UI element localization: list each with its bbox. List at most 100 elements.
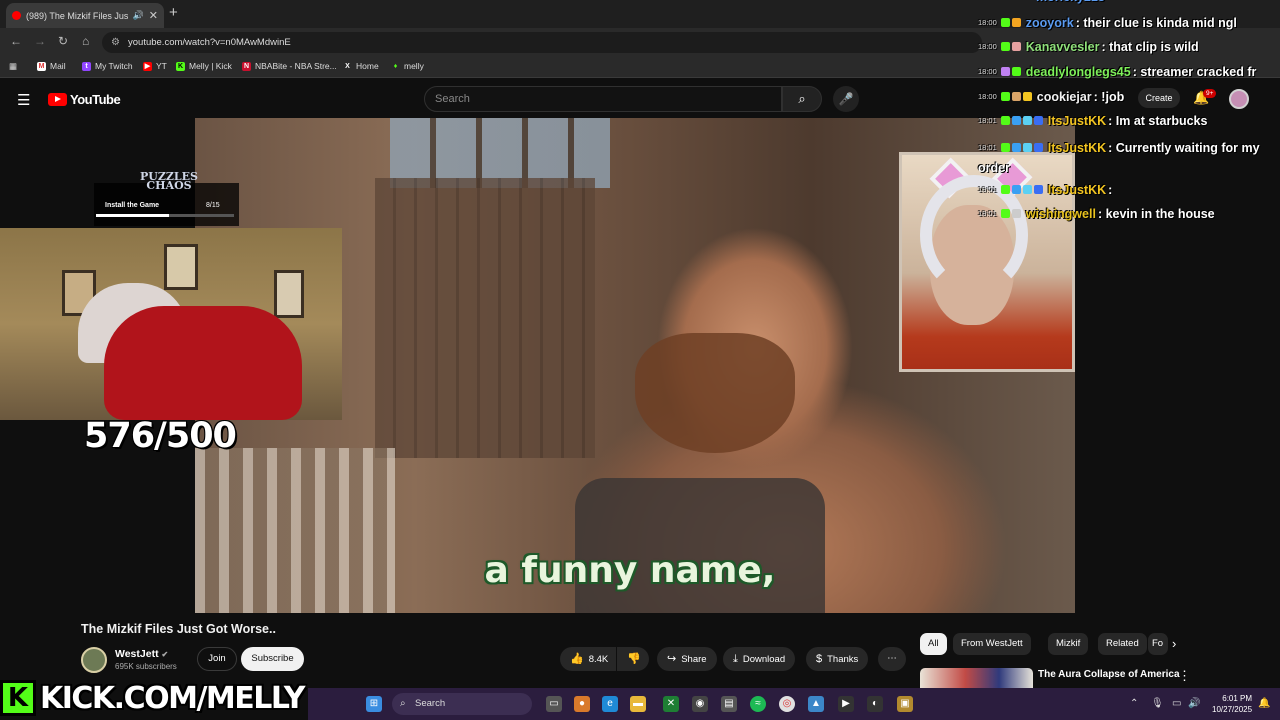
audio-icon[interactable]: 🔊 [133, 10, 144, 21]
chips-next-icon[interactable]: › [1172, 636, 1176, 651]
dislike-button[interactable]: 👎 [617, 647, 649, 671]
apps-icon[interactable]: ▦ [9, 61, 17, 72]
chat-badges [1000, 40, 1023, 54]
like-count: 8.4K [588, 654, 609, 665]
bookmark-twitch[interactable]: t My Twitch [82, 61, 133, 71]
streamer-webcam [0, 228, 342, 420]
bookmark-melly[interactable]: ♦ melly [391, 61, 424, 71]
like-button[interactable]: 👍 8.4K [560, 647, 616, 671]
chat-text: : streamer cracked fr [1132, 65, 1257, 79]
recommended-title[interactable]: The Aura Collapse of America [1038, 669, 1180, 680]
chat-message: 18:01 ItsJustKK: [978, 183, 1280, 197]
chip-from-westjett[interactable]: From WestJett [953, 633, 1031, 655]
close-tab-icon[interactable]: ✕ [149, 9, 158, 22]
chat-text: : Im at starbucks [1108, 114, 1208, 128]
chat-message: 18:00 deadlylonglegs45: streamer cracked … [978, 65, 1280, 79]
kick-icon: K [176, 61, 185, 71]
chat-message: 18:00 zooyork: their clue is kinda mid ng… [978, 16, 1280, 30]
chat-badge-icon [1033, 116, 1043, 125]
bookmark-home[interactable]: X Home [343, 61, 379, 71]
chat-text: : kevin in the house [1097, 207, 1215, 221]
chip-related[interactable]: Related [1098, 633, 1147, 655]
taskbar-search[interactable]: ⌕ Search [392, 693, 532, 715]
thanks-icon: $ [816, 653, 823, 665]
more-actions-button[interactable]: ⋯ [878, 647, 906, 671]
media-player-icon[interactable]: ▶ [838, 696, 854, 712]
copilot-icon[interactable]: ● [574, 696, 590, 712]
tray-expand-icon[interactable]: ⌃ [1130, 698, 1138, 709]
channel-name-text: WestJett [115, 648, 159, 660]
share-button[interactable]: ↪ Share [657, 647, 717, 671]
youtube-logo[interactable]: YouTube [48, 92, 121, 107]
chat-badge-icon [1000, 185, 1010, 194]
speaker-beard [635, 333, 795, 453]
chip-partial[interactable]: Fo [1148, 633, 1168, 655]
chat-badge-icon [1011, 67, 1021, 76]
browser-tab[interactable]: (989) The Mizkif Files Just Got Worse.. … [6, 3, 164, 28]
store-icon[interactable]: ▤ [721, 696, 737, 712]
chat-message: 18:01 wishingwell: kevin in the house [978, 207, 1280, 221]
obs-icon[interactable]: ◐ [867, 696, 883, 712]
join-button[interactable]: Join [197, 647, 237, 671]
recommended-thumbnail[interactable] [920, 668, 1033, 688]
kick-url: KICK.COM/MELLY [40, 680, 306, 716]
wall-frame [274, 270, 304, 318]
subscribe-button[interactable]: Subscribe [241, 647, 304, 671]
forward-icon[interactable]: → [34, 34, 46, 48]
volume-icon[interactable]: 🔊 [1188, 698, 1200, 709]
channel-avatar[interactable] [81, 647, 107, 673]
search-button[interactable]: ⌕ [782, 86, 822, 112]
back-icon[interactable]: ← [10, 34, 22, 48]
speaker-shirt [575, 478, 825, 613]
game-logo-line2: CHAOS [146, 179, 192, 192]
bookmark-kick[interactable]: K Melly | Kick [176, 61, 232, 71]
menu-icon[interactable]: ☰ [17, 91, 30, 109]
recommended-more-icon[interactable]: ⋮ [1178, 668, 1191, 684]
spotify-icon[interactable]: ≈ [750, 696, 766, 712]
mic-tray-icon[interactable]: 🎙 [1151, 698, 1164, 709]
site-info-icon[interactable]: ⚙ [111, 32, 120, 53]
network-icon[interactable]: ▭ [1172, 698, 1181, 709]
url-field[interactable]: ⚙ youtube.com/watch?v=n0MAwMdwinE [102, 32, 982, 53]
video-title: The Mizkif Files Just Got Worse.. [81, 622, 276, 636]
chat-timestamp: 18:00 [978, 42, 997, 51]
taskbar-search-label: Search [415, 698, 446, 709]
chat-badge-icon [1011, 18, 1021, 27]
search-icon: ⌕ [400, 698, 406, 709]
clock-time: 6:01 PM [1222, 694, 1253, 703]
task-view-icon[interactable]: ▭ [546, 696, 562, 712]
github-icon[interactable]: ◉ [692, 696, 708, 712]
taskbar-clock[interactable]: 6:01 PM 10/27/2025 [1212, 693, 1252, 715]
photos-icon[interactable]: ▲ [808, 696, 824, 712]
chat-badge-icon [1022, 185, 1032, 194]
chat-badge-icon [1000, 116, 1010, 125]
chip-all[interactable]: All [920, 633, 947, 655]
chrome-icon[interactable]: ◎ [779, 696, 795, 712]
chat-badge-icon [1011, 92, 1021, 101]
bookmark-mail[interactable]: M Mail [37, 61, 66, 71]
download-button[interactable]: ⤓ Download [723, 647, 796, 671]
voice-search-button[interactable]: 🎤 [833, 86, 859, 112]
thumbs-down-icon: 👎 [627, 653, 641, 665]
edge-icon[interactable]: e [602, 696, 618, 712]
chat-text: : that clip is wild [1101, 40, 1199, 54]
chat-badge-icon [1033, 185, 1043, 194]
start-icon[interactable]: ⊞ [366, 696, 382, 712]
reload-icon[interactable]: ↻ [58, 34, 68, 48]
bookmark-yt[interactable]: ▶ YT [143, 61, 167, 71]
app-icon[interactable]: ▣ [897, 696, 913, 712]
file-explorer-icon[interactable]: ▬ [630, 696, 646, 712]
notification-center-icon[interactable]: 🔔 [1258, 698, 1270, 709]
home-icon[interactable]: ⌂ [82, 34, 89, 48]
chat-badge-icon [1011, 185, 1021, 194]
new-tab-button[interactable]: + [169, 4, 178, 21]
search-input[interactable]: Search [424, 86, 782, 112]
thanks-button[interactable]: $ Thanks [806, 647, 869, 671]
chat-badge-icon [1022, 143, 1032, 152]
xbox-icon[interactable]: ✕ [663, 696, 679, 712]
chip-mizkif[interactable]: Mizkif [1048, 633, 1089, 655]
bookmark-label: YT [156, 61, 167, 71]
bookmark-nbabite[interactable]: N NBABite - NBA Stre... [242, 61, 337, 71]
url-text: youtube.com/watch?v=n0MAwMdwinE [128, 37, 291, 48]
channel-name[interactable]: WestJett ✔ [115, 648, 168, 660]
